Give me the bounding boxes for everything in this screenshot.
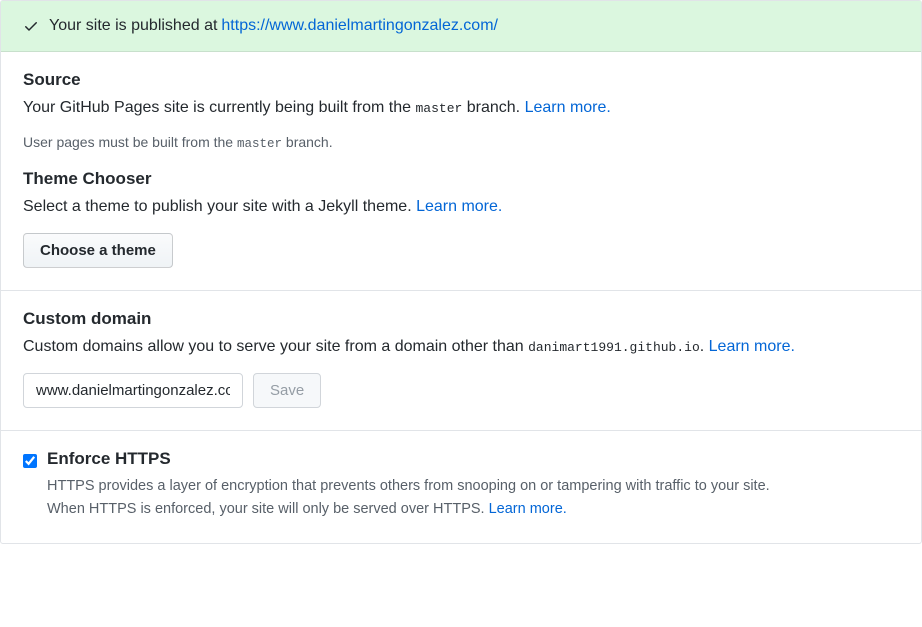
source-branch-code: master xyxy=(416,101,463,116)
custom-domain-form: Save xyxy=(23,373,899,408)
https-body: Enforce HTTPS HTTPS provides a layer of … xyxy=(47,449,770,521)
custom-domain-description: Custom domains allow you to serve your s… xyxy=(23,335,899,359)
published-text: Your site is published at xyxy=(49,17,217,35)
source-note-prefix: User pages must be built from the xyxy=(23,134,237,150)
custom-domain-section: Custom domain Custom domains allow you t… xyxy=(1,290,921,430)
custom-domain-desc-prefix: Custom domains allow you to serve your s… xyxy=(23,338,528,355)
source-note-suffix: branch. xyxy=(282,134,333,150)
source-note-code: master xyxy=(237,137,282,151)
theme-description: Select a theme to publish your site with… xyxy=(23,195,899,219)
source-desc-suffix: branch. xyxy=(462,99,524,116)
source-learn-more-link[interactable]: Learn more. xyxy=(525,99,611,116)
theme-desc-text: Select a theme to publish your site with… xyxy=(23,198,416,215)
custom-domain-code: danimart1991.github.io xyxy=(528,340,700,355)
theme-learn-more-link[interactable]: Learn more. xyxy=(416,198,502,215)
choose-theme-button[interactable]: Choose a theme xyxy=(23,233,173,268)
https-heading: Enforce HTTPS xyxy=(47,449,770,469)
theme-heading: Theme Chooser xyxy=(23,169,899,189)
custom-domain-input[interactable] xyxy=(23,373,243,408)
source-heading: Source xyxy=(23,70,899,90)
source-section: Source Your GitHub Pages site is current… xyxy=(1,52,921,290)
custom-domain-learn-more-link[interactable]: Learn more. xyxy=(709,338,795,355)
https-learn-more-link[interactable]: Learn more. xyxy=(489,501,567,517)
published-flash: Your site is published at https://www.da… xyxy=(1,1,921,52)
source-note: User pages must be built from the master… xyxy=(23,134,899,151)
https-line1: HTTPS provides a layer of encryption tha… xyxy=(47,478,770,494)
published-url-link[interactable]: https://www.danielmartingonzalez.com/ xyxy=(221,17,498,35)
custom-domain-desc-suffix: . xyxy=(700,338,709,355)
https-description: HTTPS provides a layer of encryption tha… xyxy=(47,475,770,521)
check-icon xyxy=(23,18,39,34)
source-description: Your GitHub Pages site is currently bein… xyxy=(23,96,899,120)
source-desc-prefix: Your GitHub Pages site is currently bein… xyxy=(23,99,416,116)
https-section: Enforce HTTPS HTTPS provides a layer of … xyxy=(1,430,921,543)
save-button[interactable]: Save xyxy=(253,373,321,408)
enforce-https-checkbox[interactable] xyxy=(23,454,37,468)
github-pages-settings-panel: Your site is published at https://www.da… xyxy=(0,0,922,544)
custom-domain-heading: Custom domain xyxy=(23,309,899,329)
https-line2-prefix: When HTTPS is enforced, your site will o… xyxy=(47,501,489,517)
